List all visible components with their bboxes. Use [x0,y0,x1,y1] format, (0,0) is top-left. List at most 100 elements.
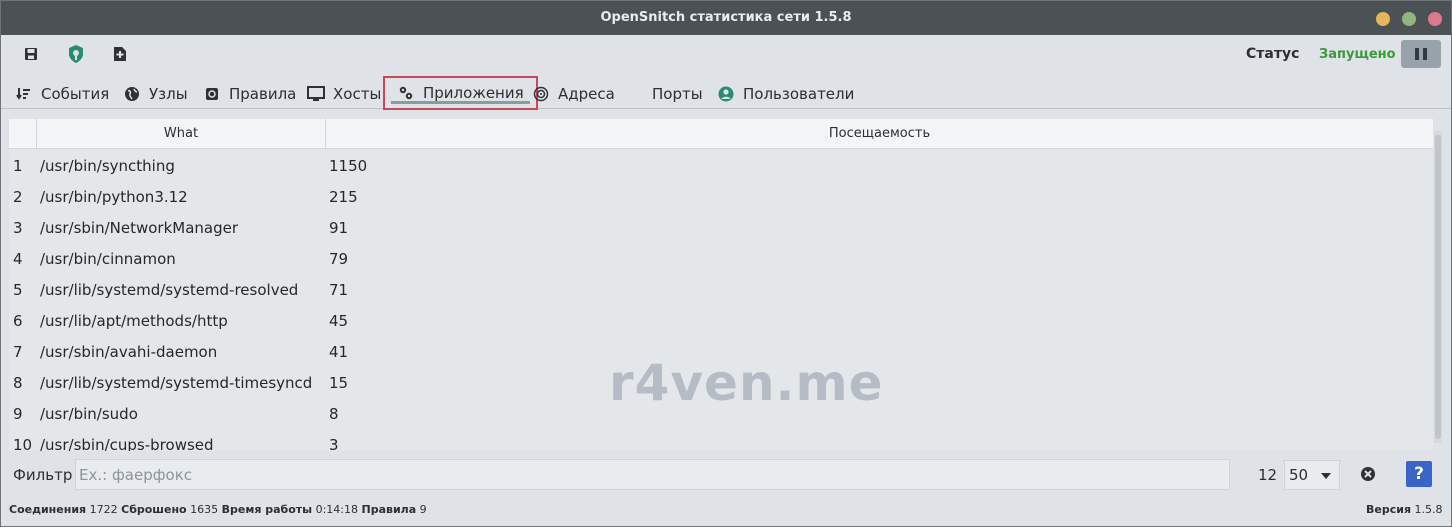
watermark: r4ven.me [609,354,884,412]
connections-label: Соединения [9,503,87,516]
tab-ports[interactable]: Порты [626,79,703,109]
rows-per-page-value: 50 [1289,466,1309,484]
row-number: 9 [13,405,23,423]
version-label: Версия [1366,503,1412,516]
row-number: 4 [13,250,23,268]
hit-count: 8 [329,405,339,423]
status-bar: Соединения 1722 Сброшено 1635 Время рабо… [9,503,427,516]
hit-count: 1150 [329,157,368,175]
network-icon [532,85,550,103]
hit-count: 91 [329,219,349,237]
hit-count: 3 [329,436,339,451]
new-rule-button[interactable] [107,42,133,66]
tab-users[interactable]: Пользователи [717,79,854,109]
scrollbar-thumb[interactable] [1435,135,1441,439]
window-title: OpenSnitch статистика сети 1.5.8 [600,10,852,25]
corner-header[interactable] [9,119,37,149]
table-row[interactable]: 2/usr/bin/python3.12 215 [9,181,1433,212]
row-number: 6 [13,312,23,330]
uptime-label: Время работы [221,503,313,516]
clear-filter-button[interactable] [1360,466,1376,482]
rules-value: 9 [419,503,427,516]
tab-label: Пользователи [743,85,855,103]
tab-label: Правила [229,85,297,103]
tab-events[interactable]: События [15,79,109,109]
row-count: 12 [1258,466,1278,484]
column-header-hits[interactable]: Посещаемость [326,119,1433,149]
row-number: 7 [13,343,23,361]
app-path: /usr/sbin/NetworkManager [40,219,239,237]
row-number: 2 [13,188,23,206]
app-path: /usr/bin/cinnamon [40,250,176,268]
tab-label: Узлы [149,85,188,103]
uptime-value: 0:14:18 [315,503,358,516]
row-number: 1 [13,157,23,175]
filter-input[interactable] [75,459,1230,490]
title-bar: OpenSnitch статистика сети 1.5.8 [1,1,1451,35]
vertical-scrollbar[interactable] [1434,131,1442,443]
table-row[interactable]: 1/usr/bin/syncthing 1150 [9,150,1433,181]
tab-nodes[interactable]: Узлы [123,79,188,109]
tab-label: Хосты [333,85,382,103]
firewall-button[interactable] [63,42,89,66]
app-path: /usr/lib/apt/methods/http [40,312,228,330]
table-row[interactable]: 3/usr/sbin/NetworkManager 91 [9,212,1433,243]
clear-icon [1360,467,1376,486]
dropped-label: Сброшено [121,503,187,516]
column-header-what[interactable]: What [37,119,326,149]
monitor-icon [307,85,325,103]
gears-icon [397,84,415,102]
active-tab-indicator [391,101,530,104]
row-number: 10 [13,436,33,451]
close-button[interactable] [1428,12,1442,26]
version-info: Версия 1.5.8 [1366,503,1443,516]
pause-button[interactable] [1401,40,1441,68]
question-icon: ? [1414,464,1424,484]
chevron-down-icon [1321,473,1331,479]
app-path: /usr/lib/systemd/systemd-timesyncd [40,374,313,392]
main-window: OpenSnitch статистика сети 1.5.8 Статус … [0,0,1452,527]
row-number: 5 [13,281,23,299]
minimize-button[interactable] [1376,12,1390,26]
app-path: /usr/bin/python3.12 [40,188,188,206]
version-value: 1.5.8 [1414,503,1443,516]
status-value: Запущено [1319,47,1396,62]
tab-rules[interactable]: Правила [203,79,296,109]
tab-applications[interactable]: Приложения [383,76,538,110]
ports-icon [626,85,644,103]
tab-label: Адреса [558,85,615,103]
table-header: What Посещаемость [9,119,1433,149]
tab-label: События [41,85,110,103]
row-number: 8 [13,374,23,392]
floppy-disk-icon [24,47,38,61]
user-icon [717,85,735,103]
maximize-button[interactable] [1402,12,1416,26]
help-button[interactable]: ? [1406,461,1432,487]
table-row[interactable]: 5/usr/lib/systemd/systemd-resolved 71 [9,274,1433,305]
table-row[interactable]: 10/usr/sbin/cups-browsed 3 [9,429,1433,451]
row-number: 3 [13,219,23,237]
app-path: /usr/lib/systemd/systemd-resolved [40,281,299,299]
app-path: /usr/sbin/cups-browsed [40,436,214,451]
save-button[interactable] [18,42,44,66]
app-path: /usr/bin/syncthing [40,157,175,175]
pause-icon [1415,48,1419,60]
tab-addresses[interactable]: Адреса [532,79,615,109]
hit-count: 41 [329,343,349,361]
tab-bar: События Узлы Правила Хосты Приложения Ад… [1,76,1451,110]
globe-icon [123,85,141,103]
table-row[interactable]: 4/usr/bin/cinnamon 79 [9,243,1433,274]
rules-label: Правила [361,503,417,516]
tab-label: Приложения [423,84,524,102]
hit-count: 45 [329,312,349,330]
dropped-value: 1635 [190,503,219,516]
app-path: /usr/sbin/avahi-daemon [40,343,218,361]
firewall-icon [66,44,86,64]
tab-hosts[interactable]: Хосты [307,79,381,109]
add-file-icon [113,46,127,62]
hit-count: 79 [329,250,349,268]
app-path: /usr/bin/sudo [40,405,138,423]
rows-per-page-select[interactable]: 50 [1284,460,1340,490]
hit-count: 15 [329,374,349,392]
table-row[interactable]: 6/usr/lib/apt/methods/http 45 [9,305,1433,336]
